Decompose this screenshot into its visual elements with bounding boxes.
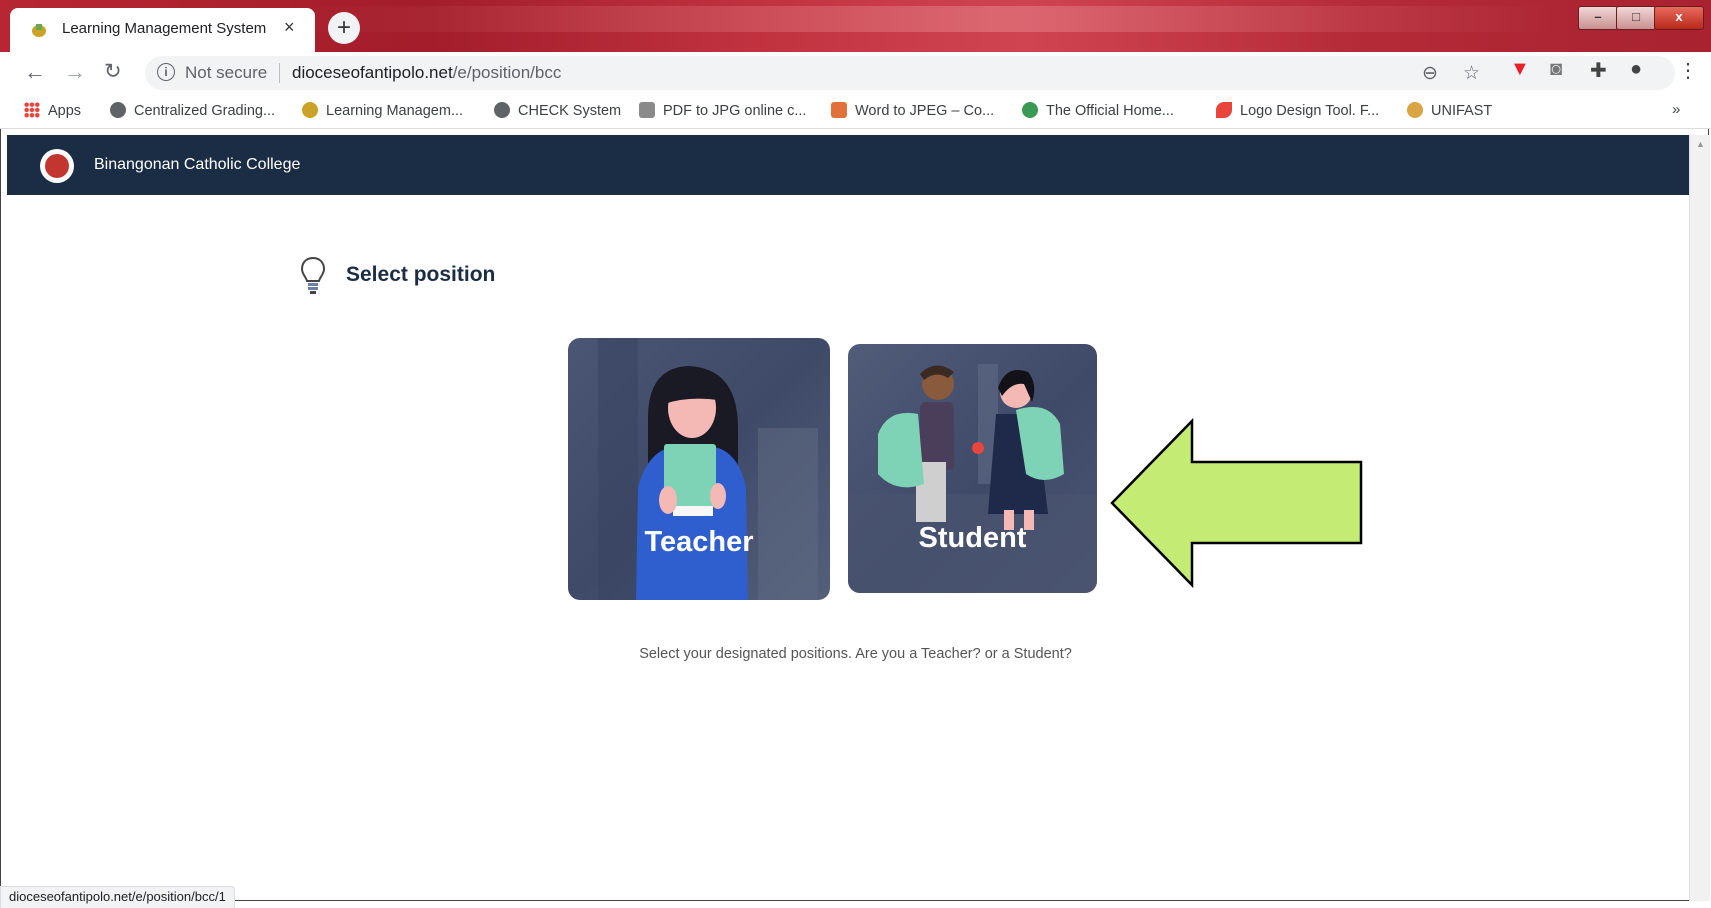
- adblock-extension-icon[interactable]: ▼: [1510, 58, 1530, 81]
- maximize-button[interactable]: □: [1616, 6, 1656, 30]
- college-logo[interactable]: [40, 149, 74, 183]
- lms-icon: [302, 102, 318, 118]
- browser-toolbar: ← → ↻ i Not secure dioceseofantipolo.net…: [0, 52, 1711, 94]
- teacher-label: Teacher: [644, 526, 754, 558]
- doc-jpg-icon: [831, 102, 847, 118]
- close-window-button[interactable]: x: [1654, 6, 1704, 30]
- profile-icon[interactable]: ●: [1630, 58, 1642, 81]
- url-path: /e/position/bcc: [452, 63, 562, 82]
- globe-icon: [110, 102, 126, 118]
- address-bar[interactable]: i Not secure dioceseofantipolo.net/e/pos…: [145, 56, 1675, 90]
- yts-icon: [1022, 102, 1038, 118]
- bookmarks-overflow-icon[interactable]: »: [1672, 101, 1680, 118]
- bookmark-logo-design[interactable]: Logo Design Tool. F...: [1216, 102, 1379, 119]
- bookmark-pdf-to-jpg[interactable]: PDF to JPG online c...: [639, 102, 806, 119]
- bookmarks-bar: Apps Centralized Grading... Learning Man…: [0, 94, 1711, 129]
- url-text[interactable]: dioceseofantipolo.net/e/position/bcc: [292, 63, 561, 83]
- lightbulb-icon: [300, 256, 326, 294]
- new-tab-button[interactable]: +: [328, 12, 360, 44]
- bookmark-word-to-jpeg[interactable]: Word to JPEG – Co...: [831, 102, 994, 119]
- pointing-arrow-annotation: [1110, 418, 1363, 588]
- scroll-up-icon[interactable]: ▲: [1696, 139, 1705, 149]
- teacher-card[interactable]: Teacher: [568, 338, 830, 600]
- tab-close-icon[interactable]: ×: [284, 17, 295, 38]
- tab-strip: Learning Management System × + – □ x: [0, 0, 1711, 52]
- bookmark-centralized-grading[interactable]: Centralized Grading...: [110, 102, 275, 119]
- bookmark-unifast[interactable]: UNIFAST: [1407, 102, 1492, 119]
- status-bar-url: dioceseofantipolo.net/e/position/bcc/1: [0, 886, 235, 908]
- minimize-button[interactable]: –: [1578, 6, 1618, 30]
- address-divider: [279, 63, 280, 83]
- help-text: Select your designated positions. Are yo…: [639, 646, 1072, 662]
- bookmark-learning-management[interactable]: Learning Managem...: [302, 102, 463, 119]
- info-icon[interactable]: i: [157, 63, 175, 81]
- student-card[interactable]: Student: [848, 344, 1097, 593]
- browser-tab[interactable]: Learning Management System ×: [10, 8, 315, 52]
- menu-kebab-icon[interactable]: ⋮: [1678, 58, 1698, 83]
- logo-design-icon: [1216, 102, 1232, 118]
- student-illustration: [848, 364, 1097, 593]
- site-name[interactable]: Binangonan Catholic College: [94, 156, 300, 174]
- page-title: Select position: [346, 263, 496, 286]
- security-label[interactable]: Not secure: [185, 63, 267, 83]
- url-domain: dioceseofantipolo.net: [292, 63, 453, 82]
- apps-grid-icon: [24, 102, 40, 118]
- lms-favicon-icon: [32, 24, 46, 37]
- bookmark-official-home[interactable]: The Official Home...: [1022, 102, 1174, 119]
- reload-icon[interactable]: ↻: [104, 59, 122, 84]
- bookmark-check-system[interactable]: CHECK System: [494, 102, 621, 119]
- site-header: Binangonan Catholic College: [7, 135, 1689, 195]
- globe-icon: [494, 102, 510, 118]
- bookmark-apps[interactable]: Apps: [24, 102, 81, 119]
- back-arrow-icon[interactable]: ←: [24, 59, 46, 85]
- zoom-icon[interactable]: ⊖: [1422, 62, 1438, 85]
- bookmark-star-icon[interactable]: ☆: [1463, 62, 1480, 85]
- page-scrollbar[interactable]: ▲: [1689, 135, 1710, 901]
- teacher-illustration: [598, 338, 818, 600]
- forward-arrow-icon[interactable]: →: [64, 59, 86, 85]
- student-label: Student: [918, 522, 1027, 554]
- pdf-icon: [639, 102, 655, 118]
- extension-icon[interactable]: ◙: [1550, 58, 1562, 81]
- extensions-puzzle-icon[interactable]: ✚: [1590, 58, 1607, 83]
- unifast-icon: [1407, 102, 1423, 118]
- tab-title: Learning Management System: [62, 20, 267, 37]
